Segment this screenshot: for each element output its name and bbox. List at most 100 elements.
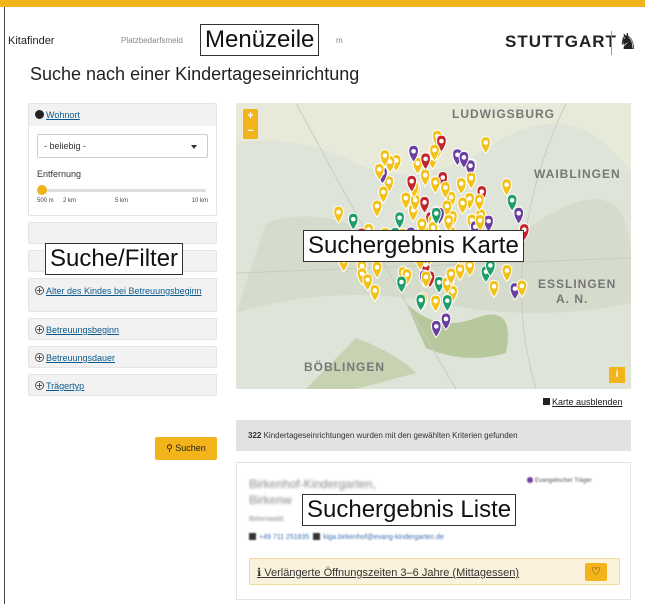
map-pin-dot <box>458 181 464 186</box>
expand-icon <box>35 381 44 390</box>
map-zoom-control: + − <box>243 109 258 139</box>
link-icon: ℹ <box>257 567 262 579</box>
hide-map-link[interactable]: Karte ausblenden <box>543 397 623 407</box>
map-pin-dot <box>509 197 515 203</box>
map-pin-dot <box>377 167 382 172</box>
stuttgart-logo[interactable]: STUTTGART <box>505 32 617 52</box>
map-pin-dot <box>397 215 402 221</box>
annotation-map-results: Suchergebnis Karte <box>303 230 524 262</box>
result-phone[interactable]: +49 711 251835 <box>259 534 309 541</box>
map-icon <box>543 398 550 405</box>
feature-text: Verlängerte Öffnungszeiten 3–6 Jahre (Mi… <box>264 567 520 579</box>
filter-label-duration: Betreuungsdauer <box>46 353 116 363</box>
map-pin-dot <box>450 289 455 294</box>
map-info-button[interactable]: i <box>609 367 625 383</box>
slider-thumb[interactable] <box>37 185 47 195</box>
map-pin-dot <box>467 262 473 268</box>
map-pin-dot <box>409 178 415 184</box>
map-pin-dot <box>404 272 410 277</box>
map-pin-dot <box>422 200 427 205</box>
mail-icon <box>313 533 321 540</box>
filter-label-age: Alter des Kindes bei Betreuungsbeginn <box>46 286 202 296</box>
map-pin-dot <box>432 147 437 153</box>
filter-toggle-duration[interactable]: Betreuungsdauer <box>29 347 216 369</box>
distance-slider[interactable] <box>37 183 208 197</box>
filter-toggle-provider[interactable]: Trägertyp <box>29 375 216 397</box>
filter-toggle-age[interactable]: Alter des Kindes bei Betreuungsbeginn <box>29 279 216 303</box>
expand-icon <box>35 325 44 334</box>
map-pin-dot <box>488 263 493 268</box>
map-place-boeblingen: BÖBLINGEN <box>304 359 385 374</box>
map-pin-dot <box>372 288 378 293</box>
map-pin-dot <box>491 284 497 289</box>
map-pin-dot <box>440 175 446 180</box>
results-summary: 322 Kindertageseinrichtungen wurden mit … <box>236 420 631 451</box>
favorite-heart-icon[interactable]: ♡ <box>585 563 607 581</box>
tick-label: 10 km <box>191 198 208 204</box>
map-place-esslingen: ESSLINGEN <box>538 277 616 291</box>
map-pin-dot <box>448 271 454 277</box>
map-pin-dot <box>423 274 429 280</box>
map-pin-dot <box>467 196 472 201</box>
map-place-esslingen-suffix: A. N. <box>556 292 588 306</box>
filter-toggle-start[interactable]: Betreuungsbeginn <box>29 319 216 341</box>
map-pin-dot <box>411 148 416 154</box>
map-pin-dot <box>423 156 428 162</box>
map-pin-dot <box>457 267 463 272</box>
nav-link-truncated[interactable]: m <box>336 36 343 45</box>
results-text: Kindertageseinrichtungen wurden mit den … <box>263 431 518 440</box>
map-pin-dot <box>479 189 485 194</box>
residence-select[interactable]: - beliebig - <box>37 134 208 158</box>
map-pin-dot <box>444 203 450 209</box>
map-pin-dot <box>403 195 409 201</box>
map-pin-dot <box>460 200 465 206</box>
map-pin-dot <box>412 197 418 203</box>
result-address: Birkenwald <box>249 516 284 523</box>
expand-icon <box>35 353 44 362</box>
map-pin-dot <box>433 211 439 216</box>
map-pin-dot <box>418 297 424 303</box>
slider-track <box>39 189 206 192</box>
map-pin-dot <box>448 194 454 200</box>
zoom-out-button[interactable]: − <box>243 124 258 139</box>
stuttgart-horse-icon: ♞ <box>618 29 638 54</box>
map-pin-dot <box>433 180 438 185</box>
map-pin-dot <box>374 264 380 270</box>
feature-label: ℹ Verlängerte Öffnungszeiten 3–6 Jahre (… <box>257 566 519 579</box>
filter-group-start: Betreuungsbeginn <box>28 318 217 340</box>
map-pin-dot <box>461 155 467 160</box>
map-pin-dot <box>468 163 473 169</box>
filter-group-hidden-1[interactable] <box>28 222 217 244</box>
map-pin-dot <box>365 277 370 283</box>
map-pin-dot <box>381 189 386 195</box>
result-email[interactable]: kiga.birkenhof@evang-kindergarten.de <box>323 534 444 541</box>
filter-label-provider: Trägertyp <box>46 381 85 391</box>
search-button[interactable]: ⚲ Suchen <box>155 437 217 460</box>
chevron-down-icon <box>191 145 197 149</box>
map-pin-dot <box>386 179 392 185</box>
map-pin-dot <box>477 197 482 203</box>
filter-label-residence: Wohnort <box>46 110 80 120</box>
nav-link-platzbedarf[interactable]: Platzbedarfsmeld <box>121 36 183 45</box>
filter-group-residence: Wohnort - beliebig - Entfernung 500 m 2 … <box>28 103 217 216</box>
map-pin-dot <box>483 140 489 145</box>
left-border <box>4 7 5 604</box>
search-button-label: Suchen <box>175 443 206 453</box>
map-pin-dot <box>486 218 491 224</box>
annotation-list-results: Suchergebnis Liste <box>302 494 517 526</box>
zoom-in-button[interactable]: + <box>243 109 258 124</box>
result-feature[interactable]: ℹ Verlängerte Öffnungszeiten 3–6 Jahre (… <box>249 558 620 585</box>
tick-label: 500 m <box>37 198 54 204</box>
hide-map-label: Karte ausblenden <box>552 397 623 407</box>
map-pin-dot <box>443 185 448 190</box>
filter-toggle-residence[interactable]: Wohnort <box>29 104 216 126</box>
filter-group-duration: Betreuungsdauer <box>28 346 217 368</box>
brand-link[interactable]: Kitafinder <box>8 35 54 47</box>
map-pin-dot <box>382 153 388 158</box>
page-title: Suche nach einer Kindertageseinrichtung <box>30 64 360 84</box>
search-icon: ⚲ <box>166 443 173 453</box>
result-card[interactable]: Birkenhof-Kindergarten, Birkenw Evangelis… <box>236 462 631 600</box>
map-pin-dot <box>399 279 404 285</box>
result-name-line2: Birkenw <box>249 493 292 507</box>
map-pin-dot <box>336 209 341 215</box>
